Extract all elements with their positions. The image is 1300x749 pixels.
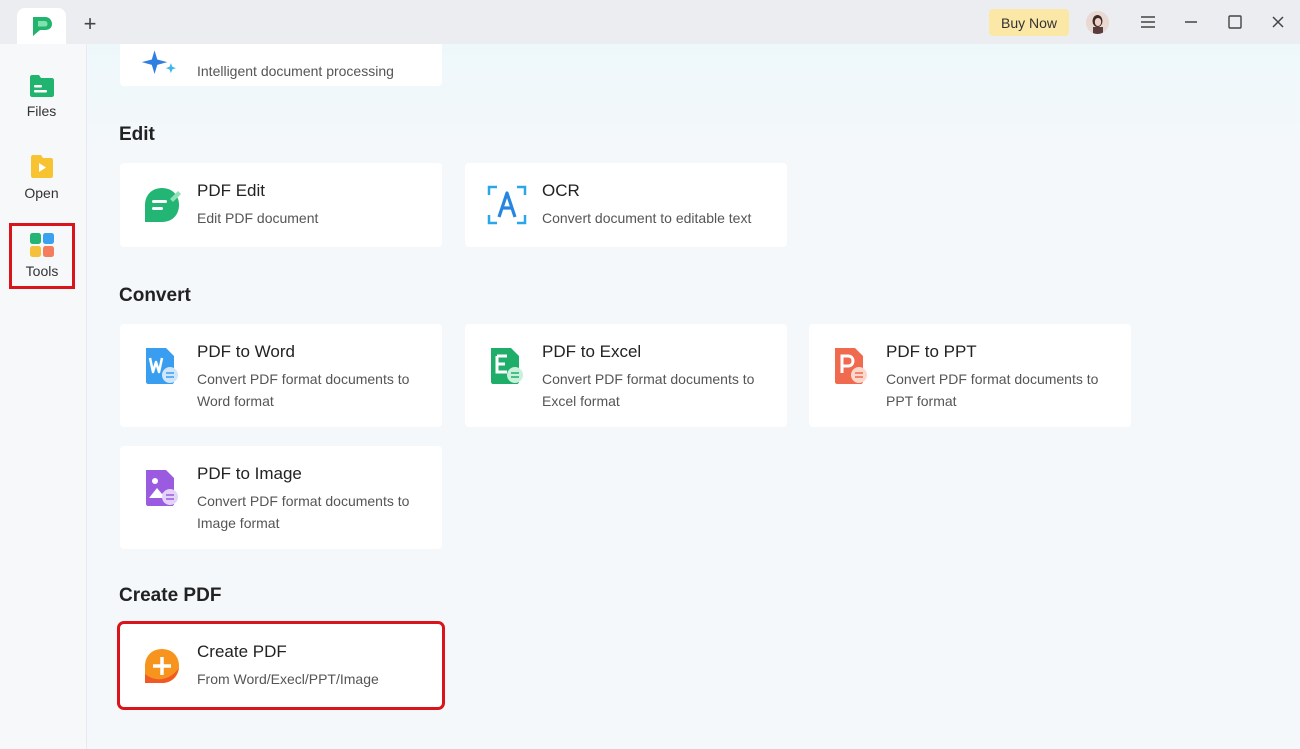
section-title-create-pdf: Create PDF <box>119 585 222 606</box>
card-description: Convert document to editable text <box>542 210 752 226</box>
card-description: Convert PDF format documents to Word for… <box>197 371 410 409</box>
maximize-icon[interactable] <box>1223 10 1247 34</box>
sidebar-item-open[interactable]: Open <box>0 144 83 210</box>
ocr-card[interactable]: OCR Convert document to editable text <box>465 163 787 247</box>
sidebar-item-label: Open <box>24 185 59 201</box>
card-title: PDF to PPT <box>886 342 977 361</box>
buy-now-button[interactable]: Buy Now <box>989 9 1069 36</box>
card-description: Convert PDF format documents to PPT form… <box>886 371 1099 409</box>
card-title: Create PDF <box>197 642 287 661</box>
image-icon <box>146 470 178 506</box>
menu-icon[interactable] <box>1136 10 1160 34</box>
card-description: Convert PDF format documents to Image fo… <box>197 493 410 531</box>
pdf-to-image-card[interactable]: PDF to Image Convert PDF format document… <box>120 446 442 549</box>
tools-content: Intelligent document processing Edit PDF… <box>88 44 1300 749</box>
word-icon <box>146 348 178 384</box>
app-logo-icon <box>32 17 52 36</box>
section-title-edit: Edit <box>119 124 155 145</box>
ai-tool-card[interactable]: Intelligent document processing <box>120 44 442 86</box>
sidebar-item-files[interactable]: Files <box>0 64 83 130</box>
ocr-icon <box>487 185 527 225</box>
title-bar: + Buy Now <box>0 0 1300 44</box>
excel-icon <box>491 348 523 384</box>
pdf-to-word-card[interactable]: PDF to Word Convert PDF format documents… <box>120 324 442 427</box>
sidebar: Files Open Tools <box>0 44 87 749</box>
avatar[interactable] <box>1086 11 1109 34</box>
card-title: PDF to Excel <box>542 342 642 361</box>
ai-sparkle-icon <box>141 50 176 74</box>
section-title-convert: Convert <box>119 285 191 306</box>
files-icon <box>29 75 54 97</box>
close-icon[interactable] <box>1266 10 1290 34</box>
add-tab-button[interactable]: + <box>78 12 102 36</box>
card-description: Intelligent document processing <box>197 63 394 79</box>
pdf-to-excel-card[interactable]: PDF to Excel Convert PDF format document… <box>465 324 787 427</box>
create-pdf-icon <box>145 649 179 683</box>
pdf-edit-icon <box>145 188 181 222</box>
card-title: PDF to Word <box>197 342 295 361</box>
sidebar-item-tools[interactable]: Tools <box>9 223 75 289</box>
pdf-edit-card[interactable]: PDF Edit Edit PDF document <box>120 163 442 247</box>
create-pdf-card[interactable]: Create PDF From Word/Execl/PPT/Image <box>117 621 445 710</box>
open-icon <box>30 155 53 178</box>
home-tab[interactable] <box>17 8 66 44</box>
card-description: Edit PDF document <box>197 210 319 226</box>
sidebar-item-label: Files <box>26 103 57 119</box>
card-description: Convert PDF format documents to Excel fo… <box>542 371 755 409</box>
card-description: From Word/Execl/PPT/Image <box>197 671 379 687</box>
minimize-icon[interactable] <box>1179 10 1203 34</box>
ppt-icon <box>835 348 867 384</box>
pdf-to-ppt-card[interactable]: PDF to PPT Convert PDF format documents … <box>809 324 1131 427</box>
avatar-image <box>1086 11 1109 34</box>
card-title: PDF Edit <box>197 181 266 200</box>
card-title: OCR <box>542 181 580 200</box>
tools-icon <box>30 233 54 257</box>
card-title: PDF to Image <box>197 464 302 483</box>
sidebar-item-label: Tools <box>25 263 59 279</box>
